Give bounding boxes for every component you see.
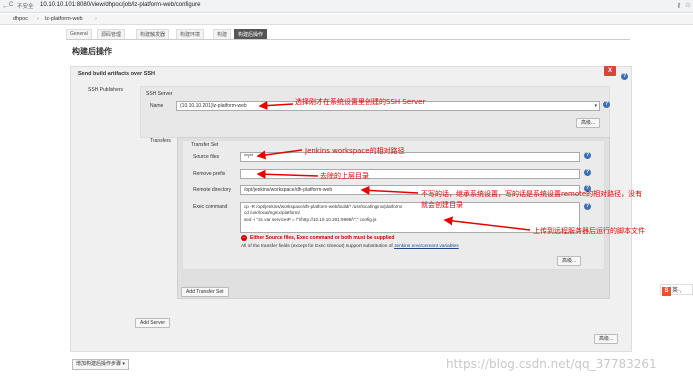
delete-step-button[interactable]: X bbox=[604, 66, 616, 76]
breadcrumb-separator: › bbox=[37, 16, 39, 22]
substitution-note: All of the transfer fields (except for E… bbox=[241, 244, 459, 249]
env-variables-link[interactable]: Jenkins environment variables bbox=[394, 244, 459, 249]
tab-build[interactable]: 构建 bbox=[213, 29, 232, 39]
chevron-down-icon: ▾ bbox=[594, 103, 597, 109]
remote-directory-label: Remote directory bbox=[193, 187, 232, 193]
ssh-server-label: SSH Server bbox=[146, 91, 173, 97]
add-server-button[interactable]: Add Server bbox=[135, 318, 171, 328]
name-label: Name bbox=[150, 103, 164, 109]
add-post-build-step-button[interactable]: 增加构建后操作步骤 ▾ bbox=[72, 359, 129, 370]
breadcrumb-item-dhpoc[interactable]: dhpoc bbox=[13, 16, 28, 22]
validation-error: Either Source files, Exec command or bot… bbox=[250, 235, 395, 241]
breadcrumb: dhpoc › lz-platform-web › bbox=[0, 14, 693, 25]
help-icon[interactable]: ? bbox=[584, 169, 591, 176]
annotation-name: 选择刚才在系统设置里创建的SSH Server bbox=[295, 98, 426, 106]
sogou-icon: S bbox=[662, 287, 671, 296]
help-icon[interactable]: ? bbox=[584, 152, 591, 159]
tab-build-triggers[interactable]: 构建触发器 bbox=[136, 29, 170, 39]
error-icon: − bbox=[241, 235, 247, 241]
server-name-value: (10.10.10.201)lz-platform-web bbox=[180, 103, 247, 109]
transfer-advanced-button[interactable]: 高级... bbox=[557, 256, 582, 266]
tab-post-build[interactable]: 构建后操作 bbox=[234, 29, 268, 39]
annotation-prefix: 去除的上层目录 bbox=[320, 172, 369, 180]
source-files-input[interactable]: **/** bbox=[240, 152, 580, 162]
breadcrumb-separator: › bbox=[95, 16, 97, 22]
ssh-server-section bbox=[140, 86, 610, 138]
tab-general[interactable]: General bbox=[66, 29, 92, 39]
annotation-remote-continued: 就会创建目录 bbox=[421, 201, 463, 209]
input-method-badge[interactable]: S 英·, bbox=[660, 284, 693, 296]
reload-icon[interactable]: C bbox=[9, 2, 13, 8]
tab-source-control[interactable]: 源码管理 bbox=[97, 29, 126, 39]
source-files-label: Source files bbox=[193, 154, 220, 160]
transfer-set-label: Transfer Set bbox=[191, 142, 219, 148]
add-post-build-label: 增加构建后操作步骤 bbox=[76, 361, 122, 367]
star-icon[interactable]: ☆ bbox=[685, 1, 691, 9]
url-text[interactable]: 10.10.10.101:8080/view/dhpoc/job/lz-plat… bbox=[40, 2, 200, 8]
annotation-source: Jenkins workspace的相对路径 bbox=[305, 147, 405, 155]
security-indicator[interactable]: 不安全 bbox=[17, 2, 34, 10]
breadcrumb-item-job[interactable]: lz-platform-web bbox=[45, 16, 83, 22]
panel-title: Send build artifacts over SSH bbox=[78, 71, 156, 77]
watermark: https://blog.csdn.net/qq_37783261 bbox=[446, 357, 657, 371]
help-icon[interactable]: ? bbox=[584, 203, 591, 210]
back-icon[interactable]: ← bbox=[2, 3, 9, 10]
key-icon[interactable]: ⚷ bbox=[677, 2, 681, 9]
remove-prefix-label: Remove prefix bbox=[193, 171, 226, 177]
annotation-remote: 不写的话，继承系统设置，写的话是系统设置remote的相对路径，没有 bbox=[421, 190, 643, 198]
help-icon[interactable]: ? bbox=[603, 101, 610, 108]
annotation-exec: 上传到远程服务器后运行的脚本文件 bbox=[533, 227, 645, 235]
exec-command-textarea[interactable]: cp -R /opt/jenkins/workspace/dh-platform… bbox=[240, 202, 580, 233]
help-icon[interactable]: ? bbox=[621, 73, 628, 80]
browser-address-bar: ← C 不安全 10.10.10.101:8080/view/dhpoc/job… bbox=[0, 0, 693, 13]
chevron-down-icon: ▾ bbox=[122, 361, 125, 367]
add-transfer-set-button[interactable]: Add Transfer Set bbox=[181, 287, 229, 297]
tabs-divider bbox=[66, 39, 630, 40]
server-advanced-button[interactable]: 高级... bbox=[576, 118, 601, 128]
transfers-label: Transfers bbox=[150, 138, 171, 144]
panel-advanced-button[interactable]: 高级... bbox=[594, 334, 619, 344]
badge-extra: ·, bbox=[678, 288, 682, 294]
remove-prefix-input[interactable] bbox=[240, 169, 580, 179]
note-text: All of the transfer fields (except for E… bbox=[241, 244, 393, 249]
tab-build-environment[interactable]: 构建环境 bbox=[176, 29, 205, 39]
ssh-publishers-label: SSH Publishers bbox=[88, 87, 124, 93]
section-title: 构建后操作 bbox=[72, 47, 112, 56]
exec-command-line: sed -i "3c var serviceIP = \"//http://10… bbox=[244, 216, 377, 222]
exec-command-label: Exec command bbox=[193, 204, 228, 210]
